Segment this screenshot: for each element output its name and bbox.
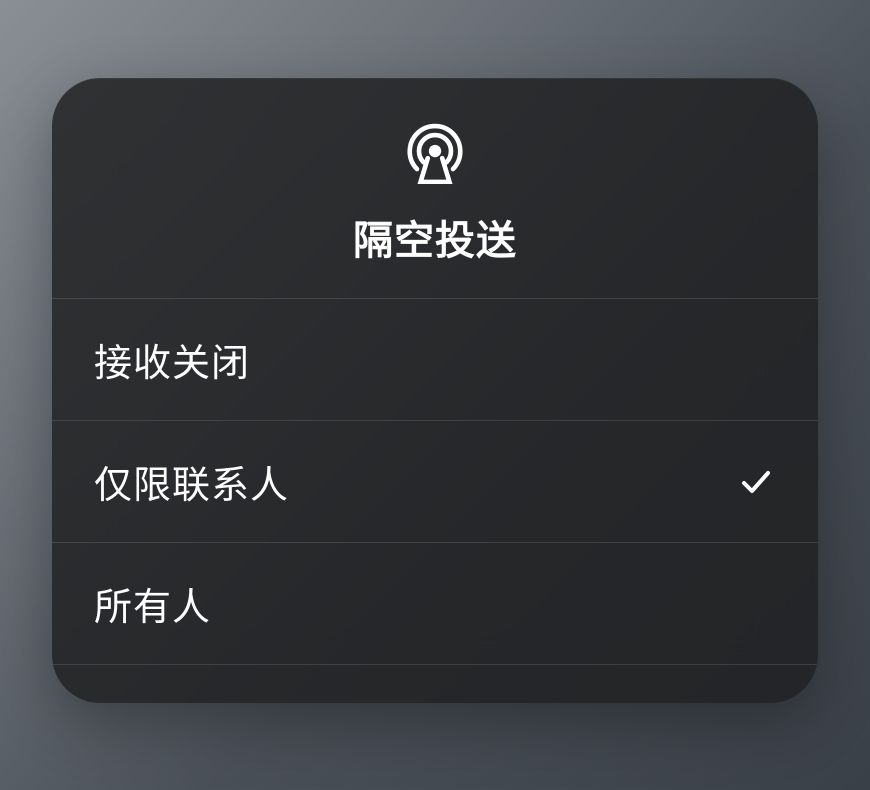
option-label: 仅限联系人: [94, 454, 289, 509]
option-label: 所有人: [94, 576, 211, 631]
option-label: 接收关闭: [94, 332, 250, 387]
airdrop-icon: [402, 118, 468, 184]
option-contacts-only[interactable]: 仅限联系人: [52, 421, 818, 543]
panel-title: 隔空投送: [353, 208, 517, 266]
checkmark-icon: [736, 584, 776, 624]
panel-header: 隔空投送: [52, 78, 818, 299]
checkmark-icon: [736, 340, 776, 380]
panel-bottom-spacer: [52, 665, 818, 703]
checkmark-icon: [736, 462, 776, 502]
airdrop-settings-panel: 隔空投送 接收关闭 仅限联系人 所有人: [52, 78, 818, 703]
options-list: 接收关闭 仅限联系人 所有人: [52, 299, 818, 665]
option-receiving-off[interactable]: 接收关闭: [52, 299, 818, 421]
option-everyone[interactable]: 所有人: [52, 543, 818, 665]
